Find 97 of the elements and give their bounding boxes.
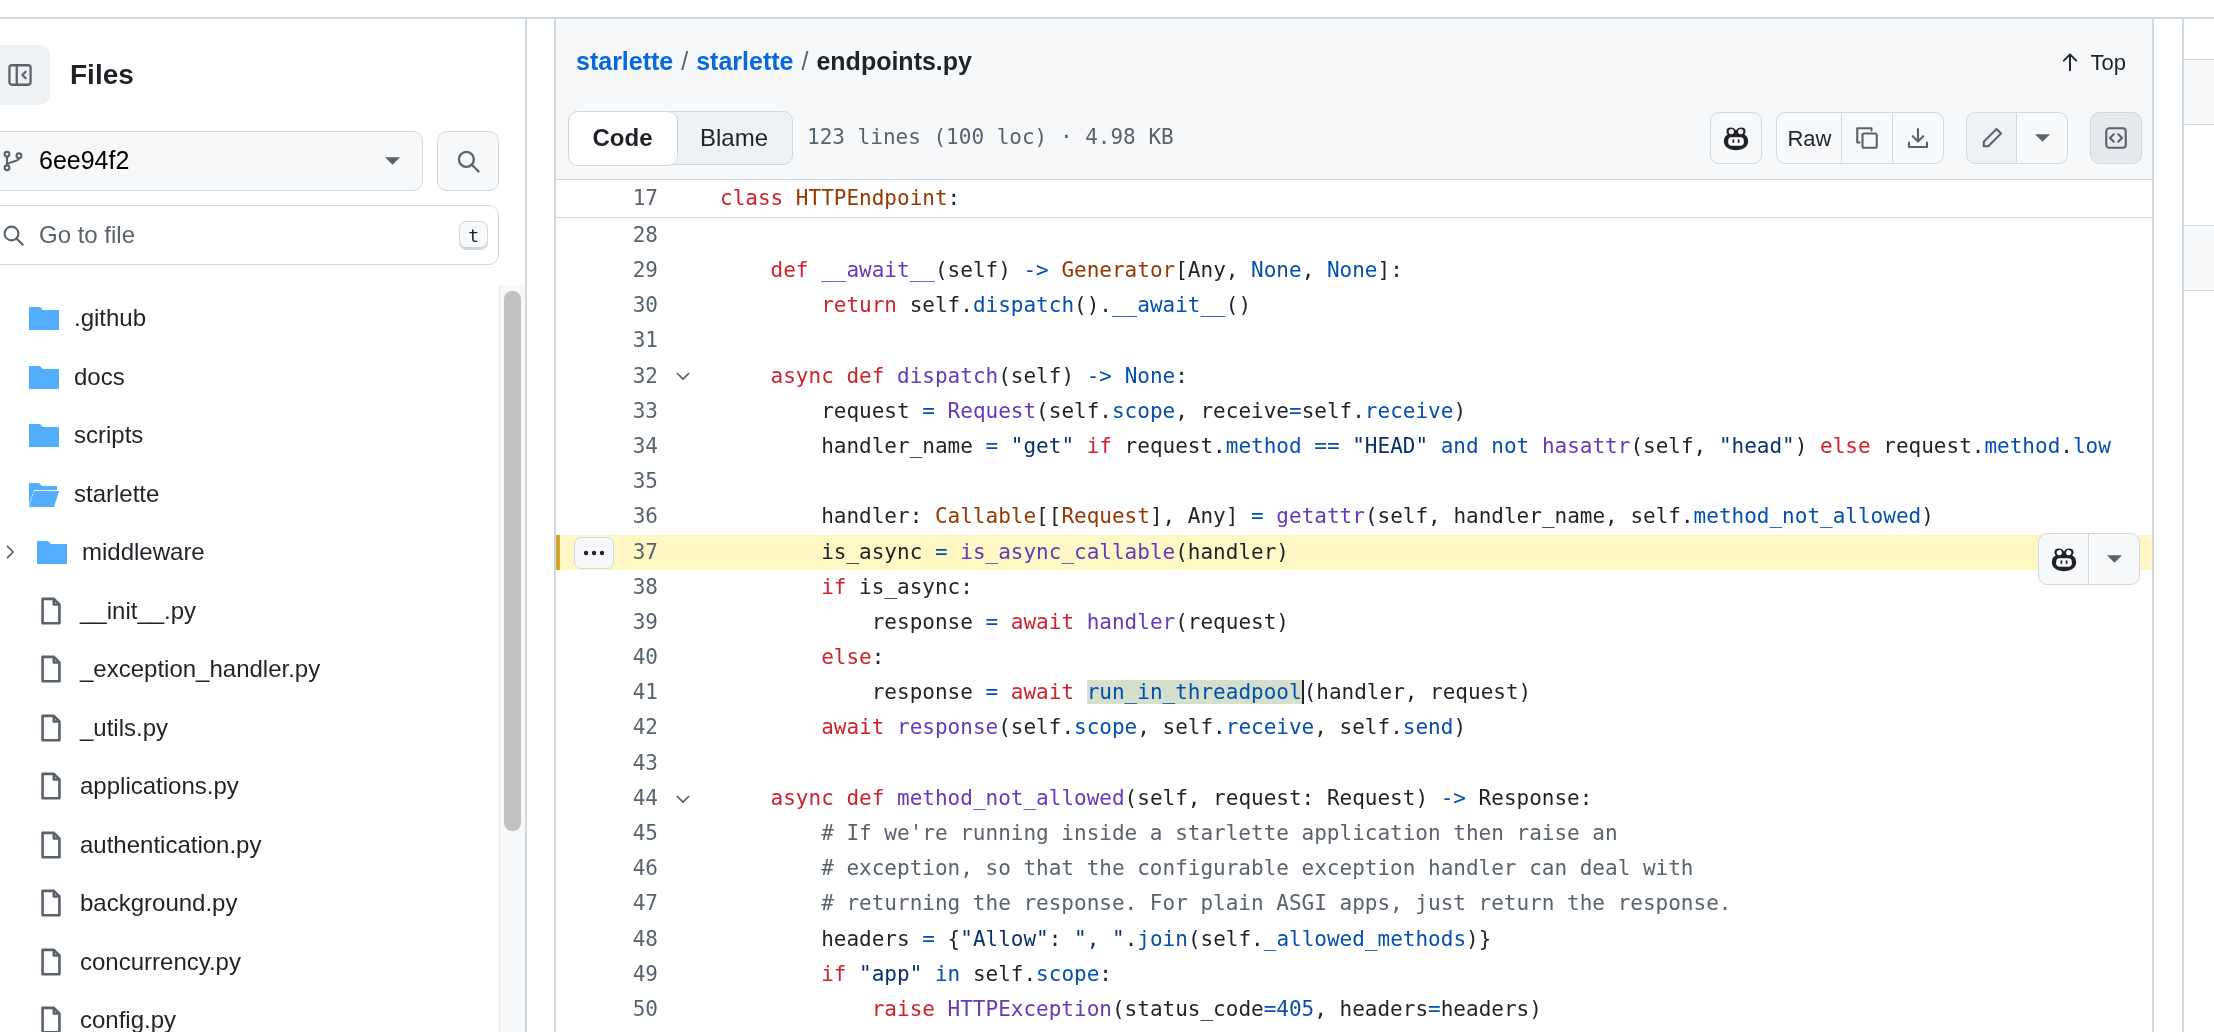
folder-icon: [36, 538, 68, 567]
tree-item[interactable]: scripts: [0, 406, 499, 465]
code-text: return self.dispatch().__await__(): [820, 292, 1252, 320]
tree-item[interactable]: background.py: [0, 874, 499, 933]
path-separator: /: [681, 46, 689, 78]
code-text: response = await run_in_threadpool(handler, request): [870, 679, 1532, 707]
line-number: 32: [631, 362, 658, 390]
line-number: 37: [631, 538, 658, 566]
tree-item[interactable]: applications.py: [0, 757, 499, 816]
line-number: 41: [631, 679, 658, 707]
code-text: # exception, so that the configurable exception handler can deal with: [820, 855, 1694, 883]
code-text: is_async = is_async_callable(handler): [820, 538, 1289, 566]
more-edit-options-button[interactable]: [2016, 112, 2068, 164]
line-number: 50: [631, 995, 658, 1023]
line-number: 39: [631, 608, 658, 636]
file-info: 123 lines (100 loc) · 4.98 KB: [807, 124, 1175, 152]
copilot-button[interactable]: [2037, 532, 2090, 585]
folder-icon: [28, 304, 60, 333]
tree-item[interactable]: .github: [0, 289, 499, 348]
code-text: class HTTPEndpoint:: [719, 184, 961, 212]
line-number: 38: [631, 573, 658, 601]
code-text: response = await handler(request): [870, 608, 1289, 636]
line-number: 35: [631, 468, 658, 496]
line-number: 45: [631, 820, 658, 848]
breadcrumb-link[interactable]: starlette: [576, 43, 674, 81]
code-icon: [2104, 126, 2128, 150]
tree-item[interactable]: _utils.py: [0, 698, 499, 757]
caret-icon: [2034, 134, 2050, 142]
line-number: 30: [631, 292, 658, 320]
tree-item[interactable]: middleware: [0, 523, 499, 582]
code-text: raise HTTPException(status_code=405, headers=headers): [870, 995, 1542, 1023]
file-name: endpoints.py: [816, 46, 972, 78]
line-number: 33: [631, 397, 658, 425]
copy-icon: [1855, 126, 1879, 150]
sidebar-collapse-icon: [7, 62, 33, 88]
code-text: async def dispatch(self) -> None:: [769, 362, 1188, 390]
folder-icon: [28, 421, 60, 450]
branch-icon: [1, 149, 25, 173]
code-text: handler: Callable[[Request], Any] = getattr(self, handler_name, self.method_not_allowed): [820, 503, 1934, 531]
code-text: async def method_not_allowed(self, request: Request) -> Response:: [769, 784, 1593, 812]
edit-button[interactable]: [1965, 112, 2018, 164]
shortcut-key: t: [459, 220, 488, 250]
caret-icon: [2106, 554, 2122, 563]
line-number: 36: [631, 503, 658, 531]
code-text: # returning the response. For plain ASGI apps, just return the response.: [820, 890, 1732, 918]
line-number: 29: [631, 257, 658, 285]
code-text: if "app" in self.scope:: [820, 960, 1112, 988]
search-icon: [455, 148, 481, 174]
raw-button[interactable]: Raw: [1776, 112, 1843, 164]
line-number: 47: [631, 890, 658, 918]
code-text: headers = {"Allow": ", ".join(self._allowed_methods)}: [820, 925, 1492, 953]
download-icon: [1905, 126, 1930, 150]
code-text: # If we're running inside a starlette application then raise an: [820, 820, 1618, 848]
search-button[interactable]: [437, 131, 499, 191]
line-number: 40: [631, 644, 658, 672]
line-number: 48: [631, 925, 658, 953]
copy-button[interactable]: [1841, 112, 1893, 164]
line-number: 43: [631, 749, 658, 777]
tree-item[interactable]: _exception_handler.py: [0, 640, 499, 699]
sidebar-title: Files: [70, 58, 134, 92]
line-number: 44: [631, 784, 658, 812]
symbols-panel-button[interactable]: [2090, 112, 2142, 164]
line-number: 34: [631, 432, 658, 460]
line-number: 31: [631, 327, 658, 355]
code-text: handler_name = "get" if request.method == "HEAD" and not hasattr(self, "head") else request.method.low: [820, 432, 2111, 460]
path-separator: /: [801, 46, 809, 78]
line-number: 46: [631, 855, 658, 883]
download-button[interactable]: [1891, 112, 1944, 164]
caret-icon: [385, 157, 400, 165]
view-tab[interactable]: Blame: [676, 112, 793, 164]
line-number: 49: [631, 960, 658, 988]
line-number: 42: [631, 714, 658, 742]
tree-item[interactable]: docs: [0, 347, 499, 406]
tree-item[interactable]: __init__.py: [0, 581, 499, 640]
breadcrumb-link[interactable]: starlette: [696, 43, 794, 81]
collapse-sidebar-button[interactable]: [0, 45, 50, 105]
search-icon: [1, 223, 25, 247]
line-number: 17: [631, 184, 658, 212]
tree-item[interactable]: authentication.py: [0, 815, 499, 874]
top-button[interactable]: Top: [2052, 44, 2132, 80]
tree-item[interactable]: starlette: [0, 464, 499, 523]
view-tab[interactable]: Code: [567, 110, 678, 166]
code-text: def __await__(self) -> Generator[Any, None, None]:: [769, 257, 1403, 285]
line-number: 28: [631, 221, 658, 249]
go-to-file-field[interactable]: Go to file t: [0, 205, 499, 265]
copilot-icon: [1722, 125, 1751, 151]
tree-item[interactable]: concurrency.py: [0, 932, 499, 991]
line-options-button[interactable]: [574, 536, 614, 569]
go-to-file-input[interactable]: Go to file: [37, 216, 448, 254]
code-text: else:: [820, 644, 885, 672]
scrollbar[interactable]: [499, 285, 525, 1032]
code-text: await response(self.scope, self.receive, self.send): [820, 714, 1467, 742]
code-text: request = Request(self.scope, receive=self.receive): [820, 397, 1467, 425]
code-text: if is_async:: [820, 573, 973, 601]
branch-select[interactable]: 6ee94f2: [0, 131, 423, 191]
copilot-button[interactable]: [1710, 112, 1763, 164]
ellipsis-icon: [583, 549, 605, 556]
